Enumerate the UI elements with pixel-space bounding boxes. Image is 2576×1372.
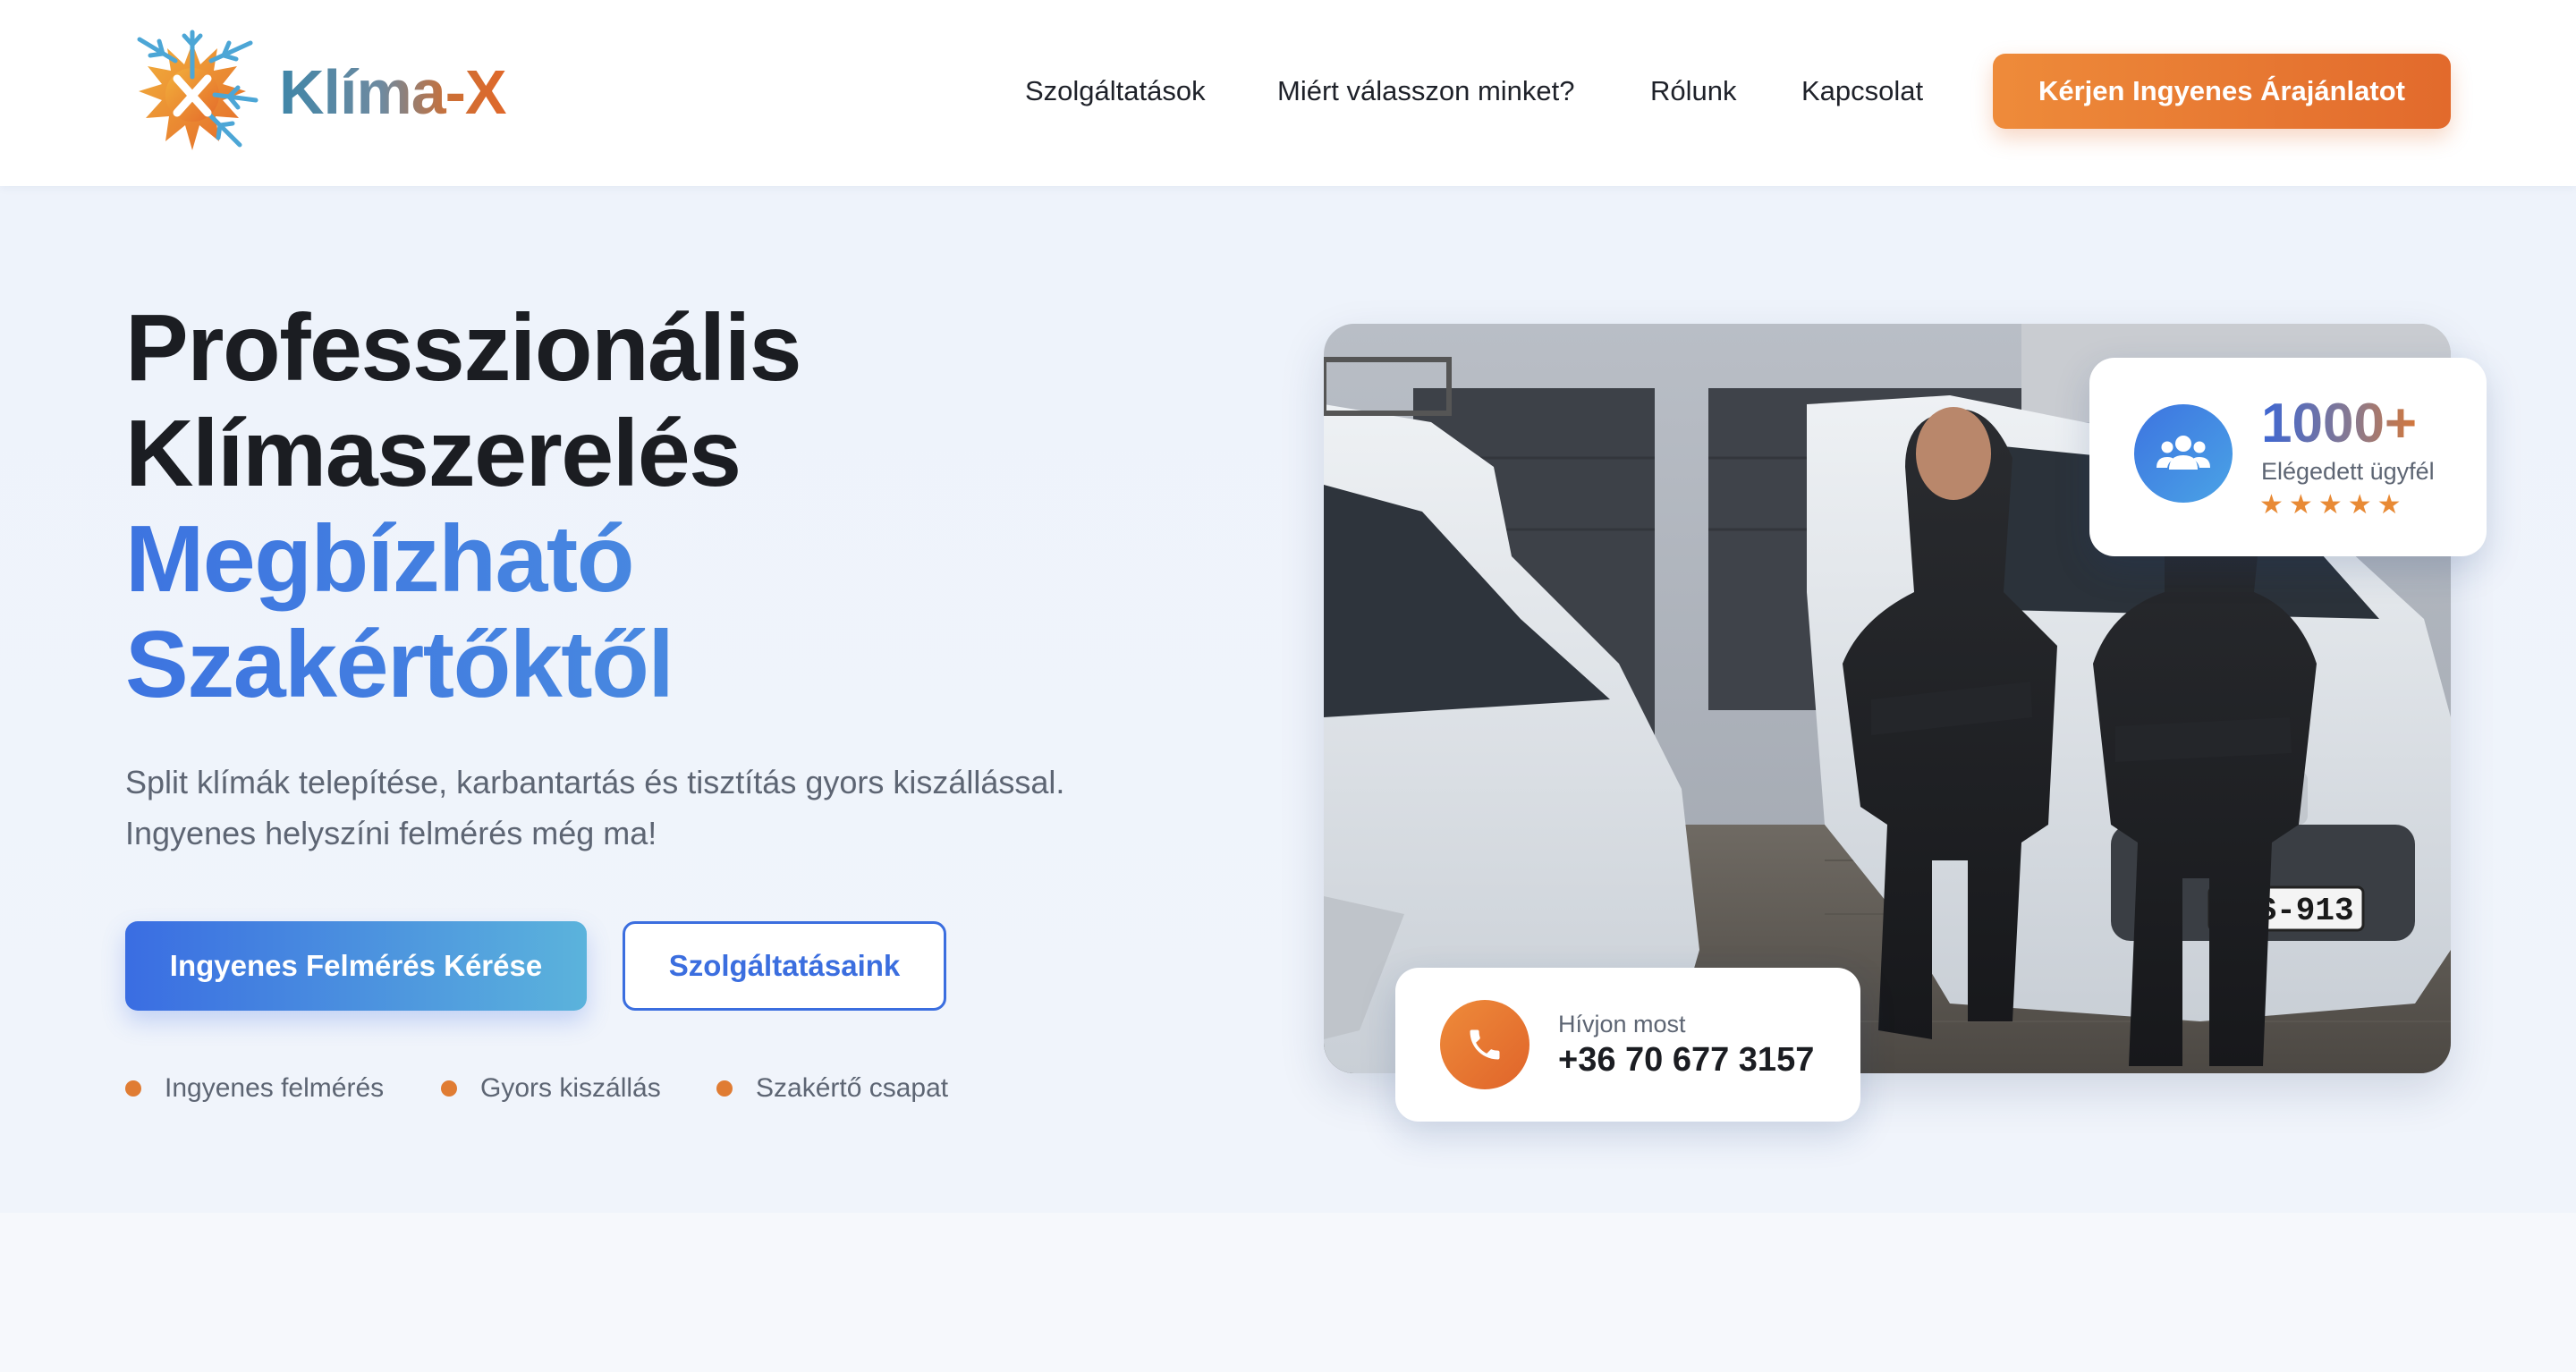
star-icon: ★ <box>2259 490 2284 520</box>
star-icon: ★ <box>2347 490 2372 520</box>
nav-item-why-us[interactable]: Miért válasszon minket? <box>1277 75 1575 107</box>
nav-item-services[interactable]: Szolgáltatások <box>1025 75 1206 107</box>
logo-mark-icon <box>137 30 258 150</box>
logo-text: Klíma-X <box>279 57 506 127</box>
hero-subtitle-line-1: Split klímák telepítése, karbantartás és… <box>125 764 1065 800</box>
call-now-card[interactable]: Hívjon most +36 70 677 3157 <box>1395 968 1860 1122</box>
hero-title: Professzionális Klímaszerelés Megbízható… <box>125 295 802 717</box>
nav-item-about[interactable]: Rólunk <box>1650 75 1737 107</box>
star-icon: ★ <box>2377 490 2402 520</box>
services-button[interactable]: Szolgáltatásaink <box>623 921 946 1011</box>
hero-title-line-2: Klímaszerelés <box>125 401 741 506</box>
request-survey-button[interactable]: Ingyenes Felmérés Kérése <box>125 921 587 1011</box>
hero-title-line-1: Professzionális <box>125 295 802 401</box>
feature-label: Gyors kiszállás <box>480 1073 661 1103</box>
star-icon: ★ <box>2318 490 2343 520</box>
rating-stars: ★ ★ ★ ★ ★ <box>2259 492 2402 519</box>
request-quote-button[interactable]: Kérjen Ingyenes Árajánlatot <box>1993 54 2451 129</box>
logo[interactable]: Klíma-X <box>125 25 506 159</box>
users-icon <box>2134 404 2233 503</box>
call-now-label: Hívjon most <box>1558 1011 1686 1037</box>
feature-item: Szakértő csapat <box>716 1073 948 1104</box>
feature-item: Gyors kiszállás <box>441 1073 661 1104</box>
feature-item: Ingyenes felmérés <box>125 1073 384 1104</box>
star-icon: ★ <box>2288 490 2313 520</box>
phone-icon <box>1440 1000 1530 1089</box>
phone-number-link[interactable]: +36 70 677 3157 <box>1558 1041 1814 1080</box>
hero-title-highlight-1: Megbízható <box>125 506 801 612</box>
feature-label: Szakértő csapat <box>756 1073 949 1103</box>
hero-subtitle: Split klímák telepítése, karbantartás és… <box>125 757 1199 859</box>
hero-subtitle-line-2: Ingyenes helyszíni felmérés még ma! <box>125 815 657 851</box>
hero-title-highlight-2: Szakértőktől <box>125 612 801 717</box>
feature-label: Ingyenes felmérés <box>165 1073 385 1103</box>
site-header: Klíma-X Szolgáltatások Miért válasszon m… <box>0 0 2576 186</box>
next-section <box>0 1213 2576 1372</box>
satisfied-clients-label: Elégedett ügyfél <box>2261 458 2435 485</box>
bullet-dot-icon <box>716 1080 733 1097</box>
satisfied-clients-count: 1000+ <box>2261 393 2418 454</box>
bullet-dot-icon <box>125 1080 141 1097</box>
bullet-dot-icon <box>441 1080 457 1097</box>
satisfied-clients-card: 1000+ Elégedett ügyfél ★ ★ ★ ★ ★ <box>2089 358 2487 556</box>
nav-item-contact[interactable]: Kapcsolat <box>1801 75 1923 107</box>
